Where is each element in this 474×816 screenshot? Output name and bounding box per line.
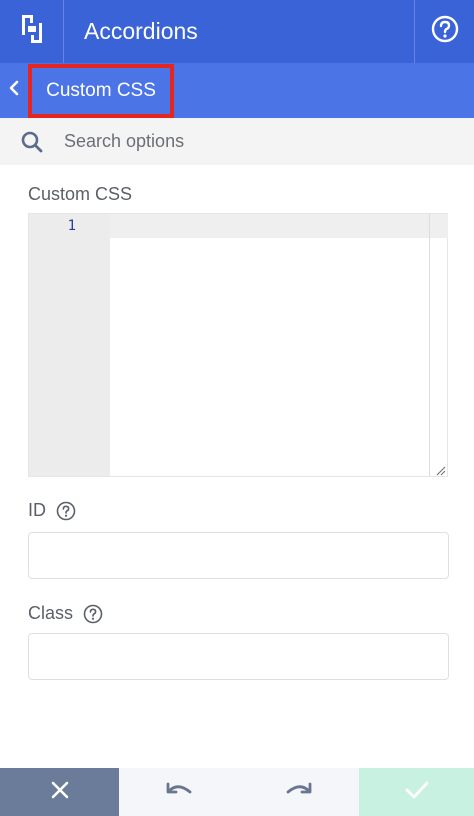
search-icon <box>0 118 64 165</box>
breadcrumb-current-highlight: Custom CSS <box>28 64 174 118</box>
close-icon <box>50 780 70 805</box>
class-field[interactable] <box>28 633 449 680</box>
search-input[interactable] <box>64 118 474 165</box>
id-field[interactable] <box>28 532 449 579</box>
question-circle-icon <box>431 15 459 48</box>
custom-css-editor[interactable]: 1 <box>28 213 448 477</box>
history-controls <box>119 768 359 816</box>
undo-icon <box>164 780 194 805</box>
editor-gutter: 1 <box>29 214 110 476</box>
save-button[interactable] <box>359 768 474 816</box>
element-options-panel: Accordions Custom CSS Search options Cus… <box>0 0 474 816</box>
panel-title: Accordions <box>84 18 198 44</box>
builder-logo[interactable] <box>0 0 64 63</box>
editor-scrollbar-top <box>430 214 448 238</box>
redo-icon <box>284 780 314 805</box>
builder-logo-icon <box>19 12 45 51</box>
undo-button[interactable] <box>119 768 239 816</box>
question-circle-icon[interactable] <box>56 501 76 521</box>
search-bar <box>0 118 474 165</box>
panel-header: Accordions <box>0 0 474 63</box>
custom-css-label-row: Custom CSS <box>28 184 132 205</box>
id-label: ID <box>28 500 46 520</box>
editor-active-line <box>110 214 430 238</box>
back-button[interactable] <box>0 63 28 118</box>
question-circle-icon[interactable] <box>83 604 103 624</box>
checkmark-icon <box>404 780 430 805</box>
class-label: Class <box>28 603 74 623</box>
breadcrumb: Custom CSS <box>0 63 474 118</box>
breadcrumb-current: Custom CSS <box>46 80 156 101</box>
bottom-toolbar <box>0 768 474 816</box>
class-label-row: Class <box>28 603 103 624</box>
id-label-row: ID <box>28 500 76 521</box>
help-button[interactable] <box>414 0 474 63</box>
line-number: 1 <box>67 218 76 234</box>
editor-scrollbar[interactable] <box>429 214 448 476</box>
resize-handle-icon[interactable] <box>434 463 446 476</box>
close-button[interactable] <box>0 768 119 816</box>
custom-css-label: Custom CSS <box>28 184 133 204</box>
redo-button[interactable] <box>239 768 359 816</box>
chevron-left-icon <box>8 80 20 101</box>
